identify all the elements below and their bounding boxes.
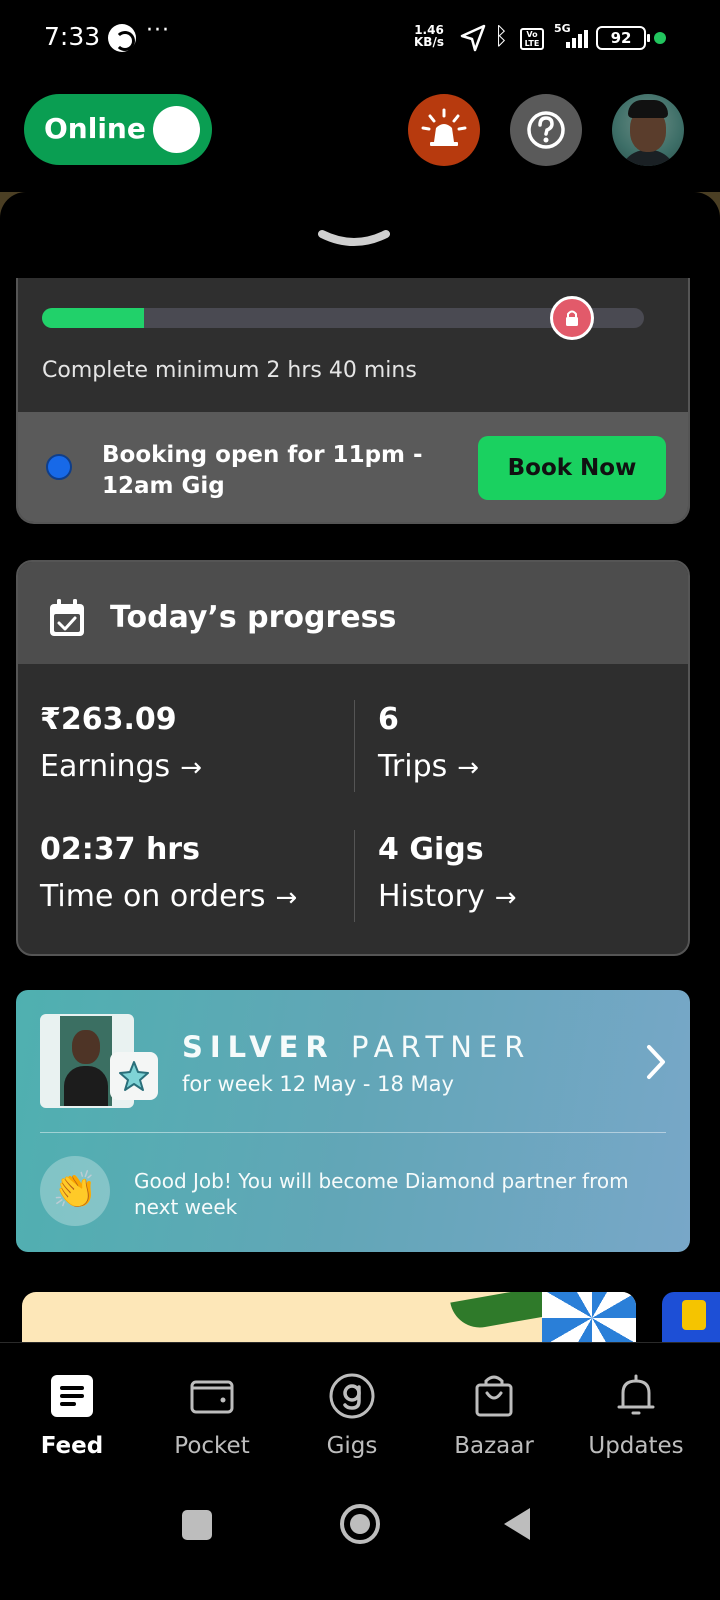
minimum-hours-text: Complete minimum 2 hrs 40 mins [42, 358, 417, 383]
gig-progress-bar [42, 296, 644, 340]
nav-updates[interactable]: Updates [566, 1365, 706, 1459]
bell-icon [617, 1374, 655, 1415]
toggle-knob [153, 106, 200, 153]
clapping-hands-icon: 👏 [40, 1156, 110, 1226]
nav-bazaar[interactable]: Bazaar [424, 1365, 564, 1459]
help-button[interactable] [510, 94, 582, 166]
back-button[interactable] [504, 1508, 530, 1540]
online-toggle-label: Online [44, 112, 146, 145]
stat-divider [354, 700, 355, 792]
recent-apps-button[interactable] [182, 1510, 212, 1540]
home-button[interactable] [340, 1504, 380, 1544]
arrow-right-icon: → [180, 753, 202, 783]
chevron-right-icon[interactable] [644, 1042, 668, 1082]
bottom-navigation: Feed Pocket Gigs Bazaar Updates [0, 1342, 720, 1480]
privacy-indicator-dot [654, 32, 666, 44]
online-toggle[interactable]: Online [24, 94, 212, 165]
book-now-button[interactable]: Book Now [478, 436, 666, 500]
signal-icon [566, 28, 588, 48]
lock-icon [565, 310, 578, 326]
booking-text: Booking open for 11pm - 12am Gig [102, 442, 423, 499]
trips-stat[interactable]: 6 Trips → [378, 702, 479, 784]
nav-feed[interactable]: Feed [2, 1365, 142, 1459]
network-speed: 1.46 KB/s [414, 24, 444, 48]
arrow-right-icon: → [457, 753, 480, 783]
bluetooth-icon: ᛒ [494, 22, 509, 50]
help-icon [527, 111, 565, 149]
nav-gigs[interactable]: Gigs [282, 1365, 422, 1459]
partner-badge [110, 1052, 158, 1100]
partner-tier-card[interactable]: SILVER PARTNER for week 12 May - 18 May … [16, 990, 690, 1252]
nav-feed-label: Feed [40, 1433, 104, 1459]
time-on-orders-stat[interactable]: 02:37 hrs Time on orders → [40, 832, 297, 914]
arrow-right-icon: → [275, 883, 298, 913]
shopping-bag-icon [475, 1375, 513, 1417]
volte-icon: Vo LTE [520, 28, 544, 50]
partner-tier-suffix: PARTNER [350, 1030, 532, 1064]
battery-icon: 92 [596, 26, 650, 50]
network-speed-unit: KB/s [414, 35, 444, 49]
nav-gigs-label: Gigs [326, 1433, 378, 1459]
time-on-orders-value: 02:37 hrs [40, 832, 200, 867]
earnings-label: Earnings [40, 749, 171, 784]
time-on-orders-label: Time on orders [40, 879, 266, 914]
notification-app-icon [108, 24, 136, 52]
stat-divider [354, 830, 355, 922]
partner-week: for week 12 May - 18 May [182, 1072, 454, 1096]
nav-bazaar-label: Bazaar [454, 1433, 534, 1459]
partner-message: Good Job! You will become Diamond partne… [134, 1169, 629, 1219]
todays-progress-card: Today’s progress ₹263.09 Earnings → 6 Tri… [16, 560, 690, 956]
gigs-count-value: 4 Gigs [378, 832, 484, 867]
booking-row: Booking open for 11pm - 12am Gig Book No… [18, 412, 688, 522]
feed-icon [51, 1375, 93, 1417]
collapse-handle-icon[interactable] [318, 226, 390, 250]
more-notifications-icon: ··· [146, 18, 170, 43]
arrow-right-icon: → [494, 883, 517, 913]
calendar-check-icon [50, 599, 84, 636]
profile-avatar[interactable] [612, 94, 684, 166]
todays-progress-header: Today’s progress [18, 562, 688, 664]
trips-label: Trips [378, 749, 448, 784]
history-stat[interactable]: 4 Gigs History → [378, 832, 517, 914]
lock-milestone [549, 296, 594, 340]
nav-pocket-label: Pocket [174, 1433, 250, 1459]
booking-status-dot [46, 454, 72, 480]
history-label: History [378, 879, 485, 914]
earnings-stat[interactable]: ₹263.09 Earnings → [40, 702, 202, 784]
partner-divider [40, 1132, 666, 1133]
earnings-value: ₹263.09 [40, 702, 177, 737]
nav-pocket[interactable]: Pocket [142, 1365, 282, 1459]
status-bar: 7:33 ··· 1.46 KB/s ᛒ Vo LTE 5G 92 [0, 0, 720, 78]
location-arrow-icon [460, 24, 486, 52]
nav-updates-label: Updates [588, 1433, 684, 1459]
star-icon [119, 1061, 149, 1091]
siren-icon [421, 108, 467, 146]
partner-tier-title: SILVER PARTNER [182, 1030, 531, 1064]
system-navigation-bar [0, 1480, 720, 1600]
status-time: 7:33 [44, 22, 101, 51]
wallet-icon [190, 1380, 234, 1414]
emergency-alert-button[interactable] [408, 94, 480, 166]
todays-progress-title: Today’s progress [110, 600, 397, 635]
trips-value: 6 [378, 702, 399, 737]
gig-progress-fill [42, 308, 145, 328]
partner-tier-name: SILVER [182, 1030, 335, 1064]
gigs-icon [329, 1373, 375, 1419]
gig-progress-card: Complete minimum 2 hrs 40 mins Booking o… [16, 278, 690, 524]
